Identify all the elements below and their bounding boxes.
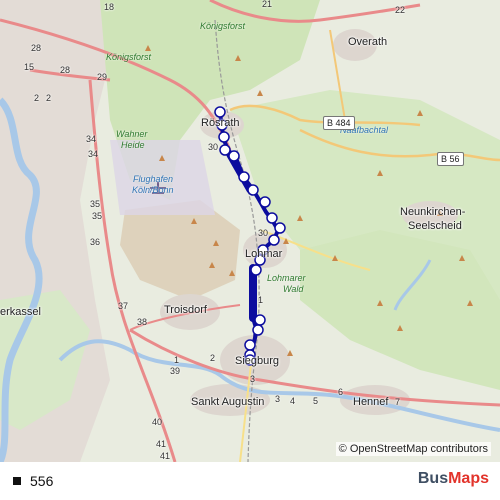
route-color-swatch — [13, 477, 21, 485]
forest-label: Königsforst — [200, 21, 246, 31]
area-label: Heide — [121, 140, 145, 150]
exit-number: 1 — [174, 355, 180, 365]
exit-number: 2 — [46, 93, 52, 103]
exit-number: 36 — [90, 237, 101, 247]
exit-number: 22 — [395, 5, 406, 15]
exit-number: 3 — [275, 394, 281, 404]
exit-number: 18 — [104, 2, 115, 12]
town-label: Overath — [348, 36, 388, 48]
area-label: Wahner — [116, 129, 148, 139]
brand-part2: Maps — [448, 470, 489, 487]
exit-number: 1 — [258, 295, 264, 305]
exit-number: 35 — [90, 199, 101, 209]
exit-number: 30 — [258, 228, 269, 238]
exit-number: 5 — [313, 396, 319, 406]
road-shield-b56: B 56 — [437, 152, 464, 166]
exit-number: 30 — [208, 142, 219, 152]
town-label: erkassel — [0, 306, 41, 318]
exit-number: 21 — [262, 0, 273, 9]
town-label: Lohmar — [245, 248, 283, 260]
map-attribution[interactable]: © OpenStreetMap contributors — [335, 442, 491, 456]
forest-label: Lohmarer — [267, 273, 306, 283]
route-number-label: 556 — [30, 473, 54, 489]
exit-number: 28 — [31, 43, 42, 53]
exit-number: 38 — [137, 317, 148, 327]
town-label: Troisdorf — [164, 304, 207, 316]
exit-number: 3 — [250, 374, 256, 384]
exit-number: 40 — [152, 417, 163, 427]
airport-label: Flughafen — [133, 174, 174, 184]
exit-number: 6 — [338, 387, 344, 397]
town-label: Rösrath — [201, 117, 240, 129]
town-label: Hennef — [353, 396, 389, 408]
exit-number: 2 — [210, 353, 216, 363]
exit-number: 15 — [24, 62, 35, 72]
town-label: Seelscheid — [408, 220, 462, 232]
road-shield-b484: B 484 — [323, 116, 355, 130]
exit-number: 41 — [160, 451, 171, 461]
town-label: Neunkirchen- — [400, 206, 466, 218]
forest-label: Königsforst — [106, 52, 152, 62]
forest-label: Wald — [283, 284, 304, 294]
map-view[interactable]: Rösrath Overath Neunkirchen- Seelscheid … — [0, 0, 500, 462]
exit-number: 34 — [88, 149, 99, 159]
exit-number: 34 — [86, 134, 97, 144]
exit-number: 37 — [118, 301, 129, 311]
airport-label: Köln/Bonn — [132, 185, 174, 195]
exit-number: 4 — [290, 396, 296, 406]
exit-number: 7 — [395, 397, 401, 407]
town-label: Sankt Augustin — [191, 396, 265, 408]
busmaps-logo[interactable]: BusMaps — [418, 470, 489, 488]
exit-number: 41 — [156, 439, 167, 449]
town-label: Siegburg — [235, 355, 280, 367]
exit-number: 29 — [97, 72, 108, 82]
exit-number: 39 — [170, 366, 181, 376]
exit-number: 28 — [60, 65, 71, 75]
exit-number: 2 — [34, 93, 40, 103]
brand-part1: Bus — [417, 470, 449, 487]
exit-number: 35 — [92, 211, 103, 221]
